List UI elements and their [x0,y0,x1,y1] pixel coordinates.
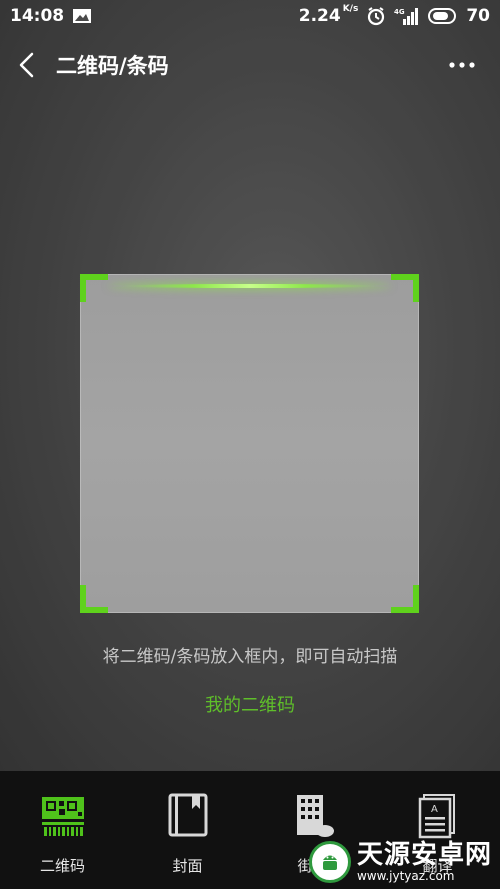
signal-type-label: 4G [394,8,405,16]
signal-icon: 4G [394,7,420,25]
page-title: 二维码/条码 [56,54,169,78]
document-translate-icon: A [413,791,463,841]
image-notification-icon [72,8,92,24]
frame-corner-bottom-left [80,585,108,613]
svg-text:A: A [431,804,438,815]
site-watermark: 天源安卓网 www.jytyaz.com [308,840,492,883]
network-speed: 2.24 K/s [298,4,359,26]
chevron-left-icon [19,52,34,78]
frame-corner-top-left [80,274,108,302]
qr-code-icon [38,791,88,841]
book-cover-icon [163,791,213,841]
scan-line [110,284,389,288]
scan-hint-text: 将二维码/条码放入框内，即可自动扫描 [102,647,398,667]
watermark-android-logo-icon [308,841,351,883]
back-button[interactable] [2,40,52,90]
scan-frame [80,274,419,613]
frame-corner-top-right [391,274,419,302]
more-dots-icon [449,62,475,68]
nav-item-cover[interactable]: 封面 [125,771,250,889]
status-bar: 14:08 2.24 K/s 4G 70 [0,0,500,32]
nav-item-qr-code[interactable]: 二维码 [0,771,125,889]
nav-label-qr-code: 二维码 [39,857,85,875]
battery-icon [428,7,458,25]
nav-label-cover: 封面 [172,857,203,875]
watermark-url: www.jytyaz.com [356,869,455,883]
frame-corner-bottom-right [391,585,419,613]
my-qr-code-link[interactable]: 我的二维码 [0,691,500,717]
status-time: 14:08 [10,6,65,26]
building-icon [288,791,338,841]
battery-level: 70 [466,6,490,26]
alarm-clock-icon [366,6,386,26]
title-bar: 二维码/条码 [0,40,500,90]
watermark-name: 天源安卓网 [356,840,492,870]
more-options-button[interactable] [442,52,482,78]
